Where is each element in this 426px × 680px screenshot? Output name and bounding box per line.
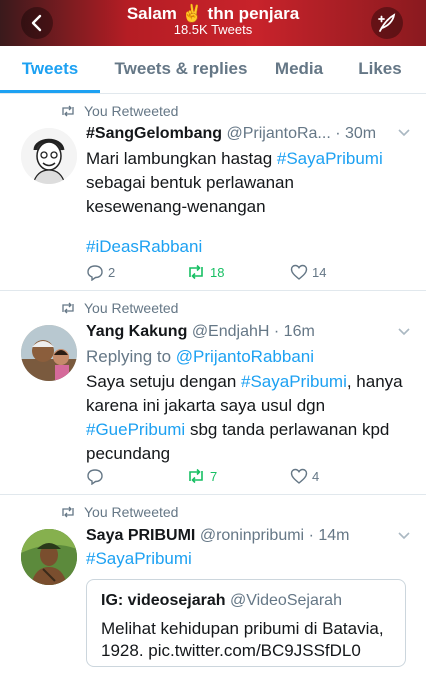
- quoted-tweet[interactable]: IG: videosejarah @VideoSejarah Melihat k…: [86, 579, 406, 667]
- tweet-count: 18.5K Tweets: [173, 22, 253, 37]
- tab-media[interactable]: Media: [262, 46, 336, 94]
- avatar[interactable]: [21, 325, 77, 381]
- tweet-text: #SayaPribumi: [86, 547, 406, 571]
- retweet-context: You Retweeted: [60, 102, 178, 120]
- user-handle[interactable]: @roninpribumi: [200, 527, 304, 544]
- tweet-actions: 2 18 14: [86, 261, 386, 283]
- display-name[interactable]: Saya PRIBUMI: [86, 527, 195, 544]
- feather-compose-icon: [378, 13, 396, 32]
- like-button[interactable]: 14: [290, 261, 326, 283]
- tab-likes[interactable]: Likes: [346, 46, 414, 94]
- photo-avatar-icon: [21, 325, 77, 381]
- display-name[interactable]: Yang Kakung: [86, 323, 187, 340]
- heart-icon: [290, 468, 308, 484]
- tweet-item[interactable]: You Retweeted Yang Kakung @EndjahH · 16m…: [0, 291, 426, 495]
- tweet-header: Saya PRIBUMI @roninpribumi · 14m: [86, 525, 410, 547]
- retweet-icon: [189, 264, 203, 280]
- tab-tweets-and-replies[interactable]: Tweets & replies: [104, 46, 258, 94]
- retweet-button[interactable]: 18: [186, 261, 224, 283]
- profile-header: Salam ✌️ thn penjara 18.5K Tweets: [0, 0, 426, 46]
- user-handle[interactable]: @PrijantoRa...: [226, 125, 330, 142]
- photo-avatar-icon: [21, 529, 77, 585]
- quoted-tweet-header: IG: videosejarah @VideoSejarah: [101, 590, 391, 612]
- reply-icon: [87, 468, 103, 485]
- reply-icon: [87, 264, 103, 281]
- tweet-time: · 14m: [308, 527, 350, 544]
- quoted-display-name: IG: videosejarah: [101, 592, 226, 609]
- tweet-header: Yang Kakung @EndjahH · 16m: [86, 321, 410, 343]
- active-tab-indicator: [0, 90, 100, 93]
- chevron-down-icon[interactable]: [398, 532, 410, 540]
- tweet-text: Saya setuju dengan #SayaPribumi, hanya k…: [86, 372, 403, 463]
- quoted-user-handle: @VideoSejarah: [229, 592, 342, 609]
- tweet-text: Mari lambungkan hastag #SayaPribumi seba…: [86, 149, 383, 256]
- retweet-icon: [62, 105, 74, 117]
- tweet-item[interactable]: You Retweeted Saya PRIBUMI @roninpribumi…: [0, 495, 426, 680]
- reply-button[interactable]: 2: [86, 261, 115, 283]
- heart-icon: [290, 264, 308, 280]
- profile-tabs: Tweets Tweets & replies Media Likes: [0, 46, 426, 94]
- avatar[interactable]: [21, 128, 77, 184]
- like-button[interactable]: 4: [290, 465, 319, 487]
- hashtag-link[interactable]: #SayaPribumi: [277, 149, 383, 168]
- tab-tweets[interactable]: Tweets: [0, 46, 100, 94]
- compose-tweet-button[interactable]: [371, 7, 403, 39]
- retweet-icon: [189, 468, 203, 484]
- quoted-tweet-text: Melihat kehidupan pribumi di Batavia, 19…: [101, 619, 384, 660]
- replying-to: Replying to @PrijantoRabbani: [86, 347, 315, 366]
- retweet-icon: [62, 302, 74, 314]
- retweet-icon: [62, 506, 74, 518]
- hashtag-link[interactable]: #SayaPribumi: [86, 549, 192, 568]
- retweet-context: You Retweeted: [60, 503, 178, 521]
- user-handle[interactable]: @EndjahH: [192, 323, 270, 340]
- chevron-down-icon[interactable]: [398, 328, 410, 336]
- hashtag-link[interactable]: #GuePribumi: [86, 420, 185, 439]
- tweet-item[interactable]: You Retweeted #SangGelombang @PrijantoRa…: [0, 95, 426, 291]
- hashtag-link[interactable]: #iDeasRabbani: [86, 237, 202, 256]
- chevron-down-icon[interactable]: [398, 129, 410, 137]
- display-name[interactable]: #SangGelombang: [86, 125, 222, 142]
- hashtag-link[interactable]: #SayaPribumi: [241, 372, 347, 391]
- tweet-time: · 30m: [335, 125, 377, 142]
- reply-button[interactable]: [86, 465, 108, 487]
- tweet-actions: 7 4: [86, 465, 386, 487]
- retweet-context: You Retweeted: [60, 299, 178, 317]
- avatar[interactable]: [21, 529, 77, 585]
- tweet-time: · 16m: [273, 323, 315, 340]
- tweet-header: #SangGelombang @PrijantoRa... · 30m: [86, 123, 410, 145]
- mention-link[interactable]: @PrijantoRabbani: [176, 347, 314, 366]
- retweet-button[interactable]: 7: [186, 465, 217, 487]
- caricature-avatar-icon: [21, 128, 77, 184]
